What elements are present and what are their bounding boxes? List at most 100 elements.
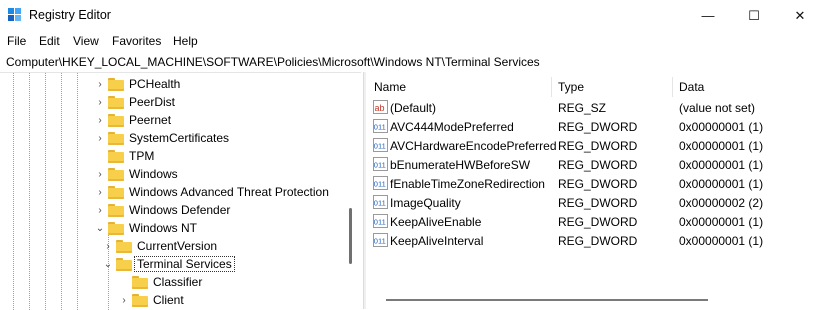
menu-favorites[interactable]: Favorites <box>112 34 161 48</box>
tree-item-label: Windows <box>129 167 178 181</box>
chevron-right-icon[interactable]: › <box>94 75 106 93</box>
tree-item-tpm[interactable]: TPM <box>94 147 154 165</box>
folder-icon <box>108 221 124 235</box>
svg-text:ab: ab <box>375 103 385 113</box>
folder-icon <box>108 149 124 163</box>
value-row[interactable]: 011 bEnumerateHWBeforeSW REG_DWORD 0x000… <box>366 155 822 174</box>
column-divider[interactable] <box>672 77 673 97</box>
value-name: AVCHardwareEncodePreferred <box>390 139 557 153</box>
folder-open-icon <box>116 257 132 271</box>
address-path[interactable]: Computer\HKEY_LOCAL_MACHINE\SOFTWARE\Pol… <box>6 55 540 69</box>
tree-item-currentversion[interactable]: › CurrentVersion <box>102 237 217 255</box>
chevron-right-icon[interactable]: › <box>94 93 106 111</box>
tree-item-client[interactable]: › Client <box>118 291 184 309</box>
horizontal-scrollbar-thumb[interactable] <box>386 299 708 301</box>
registry-key-tree[interactable]: › PCHealth › PeerDist › Peernet › System… <box>0 72 361 310</box>
chevron-right-icon[interactable]: › <box>94 129 106 147</box>
address-bar[interactable]: Computer\HKEY_LOCAL_MACHINE\SOFTWARE\Pol… <box>0 52 822 71</box>
menu-view[interactable]: View <box>73 34 99 48</box>
menu-help[interactable]: Help <box>173 34 198 48</box>
tree-item-pchealth[interactable]: › PCHealth <box>94 75 180 93</box>
string-value-icon: ab <box>373 100 388 114</box>
title-bar: Registry Editor — ☐ ✕ <box>0 0 822 31</box>
tree-item-label: Client <box>153 293 184 307</box>
folder-icon <box>108 131 124 145</box>
tree-item-windows[interactable]: › Windows <box>94 165 178 183</box>
chevron-right-icon[interactable]: › <box>94 111 106 129</box>
chevron-right-icon[interactable]: › <box>102 237 114 255</box>
value-type: REG_DWORD <box>558 215 638 229</box>
maximize-button[interactable]: ☐ <box>731 0 777 31</box>
expander-placeholder <box>118 273 130 291</box>
column-header-name[interactable]: Name <box>374 80 406 94</box>
value-row[interactable]: 011 AVC444ModePreferred REG_DWORD 0x0000… <box>366 117 822 136</box>
values-list[interactable]: Name Type Data ab (Default) REG_SZ (valu… <box>366 72 822 309</box>
tree-item-systemcertificates[interactable]: › SystemCertificates <box>94 129 229 147</box>
tree-item-peerdist[interactable]: › PeerDist <box>94 93 175 111</box>
tree-item-terminal-services[interactable]: ⌄ Terminal Services <box>102 255 235 273</box>
chevron-right-icon[interactable]: › <box>118 291 130 309</box>
tree-item-peernet[interactable]: › Peernet <box>94 111 171 129</box>
tree-guide-line <box>45 73 46 310</box>
tree-scrollbar-thumb[interactable] <box>349 208 352 264</box>
value-name: ImageQuality <box>390 196 461 210</box>
value-type: REG_DWORD <box>558 120 638 134</box>
tree-item-label: PeerDist <box>129 95 176 109</box>
tree-guide-line <box>77 73 78 310</box>
value-data: 0x00000001 (1) <box>679 139 764 153</box>
folder-icon <box>108 77 124 91</box>
value-name: AVC444ModePreferred <box>390 120 514 134</box>
column-header-type[interactable]: Type <box>558 80 584 94</box>
value-type: REG_DWORD <box>558 234 638 248</box>
expander-placeholder <box>94 147 106 165</box>
tree-item-windows-atp[interactable]: › Windows Advanced Threat Protection <box>94 183 329 201</box>
tree-item-windows-defender[interactable]: › Windows Defender <box>94 201 230 219</box>
chevron-down-icon[interactable]: ⌄ <box>102 255 114 273</box>
chevron-right-icon[interactable]: › <box>94 183 106 201</box>
tree-item-label: SystemCertificates <box>129 131 230 145</box>
dword-value-icon: 011 <box>373 195 388 209</box>
value-name: fEnableTimeZoneRedirection <box>390 177 545 191</box>
window-title: Registry Editor <box>29 8 111 22</box>
value-row[interactable]: ab (Default) REG_SZ (value not set) <box>366 98 822 117</box>
value-data: 0x00000002 (2) <box>679 196 764 210</box>
tree-item-label: Windows NT <box>129 221 198 235</box>
value-row[interactable]: 011 KeepAliveEnable REG_DWORD 0x00000001… <box>366 212 822 231</box>
tree-guide-line <box>61 73 62 310</box>
value-row[interactable]: 011 ImageQuality REG_DWORD 0x00000002 (2… <box>366 193 822 212</box>
value-data: 0x00000001 (1) <box>679 177 764 191</box>
value-type: REG_DWORD <box>558 196 638 210</box>
menu-edit[interactable]: Edit <box>39 34 60 48</box>
value-row[interactable]: 011 KeepAliveInterval REG_DWORD 0x000000… <box>366 231 822 250</box>
value-type: REG_DWORD <box>558 139 638 153</box>
value-name: (Default) <box>390 101 437 115</box>
value-row[interactable]: 011 fEnableTimeZoneRedirection REG_DWORD… <box>366 174 822 193</box>
tree-item-windows-nt[interactable]: ⌄ Windows NT <box>94 219 197 237</box>
folder-icon <box>116 239 132 253</box>
svg-text:011: 011 <box>374 123 386 132</box>
svg-text:011: 011 <box>374 199 386 208</box>
tree-guide-line <box>13 73 14 310</box>
minimize-button[interactable]: — <box>685 0 731 31</box>
folder-icon <box>132 293 148 307</box>
tree-item-classifier[interactable]: Classifier <box>118 273 202 291</box>
chevron-right-icon[interactable]: › <box>94 201 106 219</box>
value-type: REG_DWORD <box>558 158 638 172</box>
folder-icon <box>108 113 124 127</box>
folder-icon <box>132 275 148 289</box>
value-data: 0x00000001 (1) <box>679 234 764 248</box>
value-row[interactable]: 011 AVCHardwareEncodePreferred REG_DWORD… <box>366 136 822 155</box>
chevron-down-icon[interactable]: ⌄ <box>94 219 106 237</box>
close-button[interactable]: ✕ <box>777 0 822 31</box>
dword-value-icon: 011 <box>373 138 388 152</box>
tree-item-label: PCHealth <box>129 77 181 91</box>
folder-icon <box>108 185 124 199</box>
svg-text:011: 011 <box>374 218 386 227</box>
column-divider[interactable] <box>551 77 552 97</box>
column-header-data[interactable]: Data <box>679 80 704 94</box>
menu-file[interactable]: File <box>7 34 26 48</box>
chevron-right-icon[interactable]: › <box>94 165 106 183</box>
menu-bar: File Edit View Favorites Help <box>0 31 822 51</box>
registry-editor-app-icon <box>8 8 21 21</box>
svg-text:011: 011 <box>374 180 386 189</box>
